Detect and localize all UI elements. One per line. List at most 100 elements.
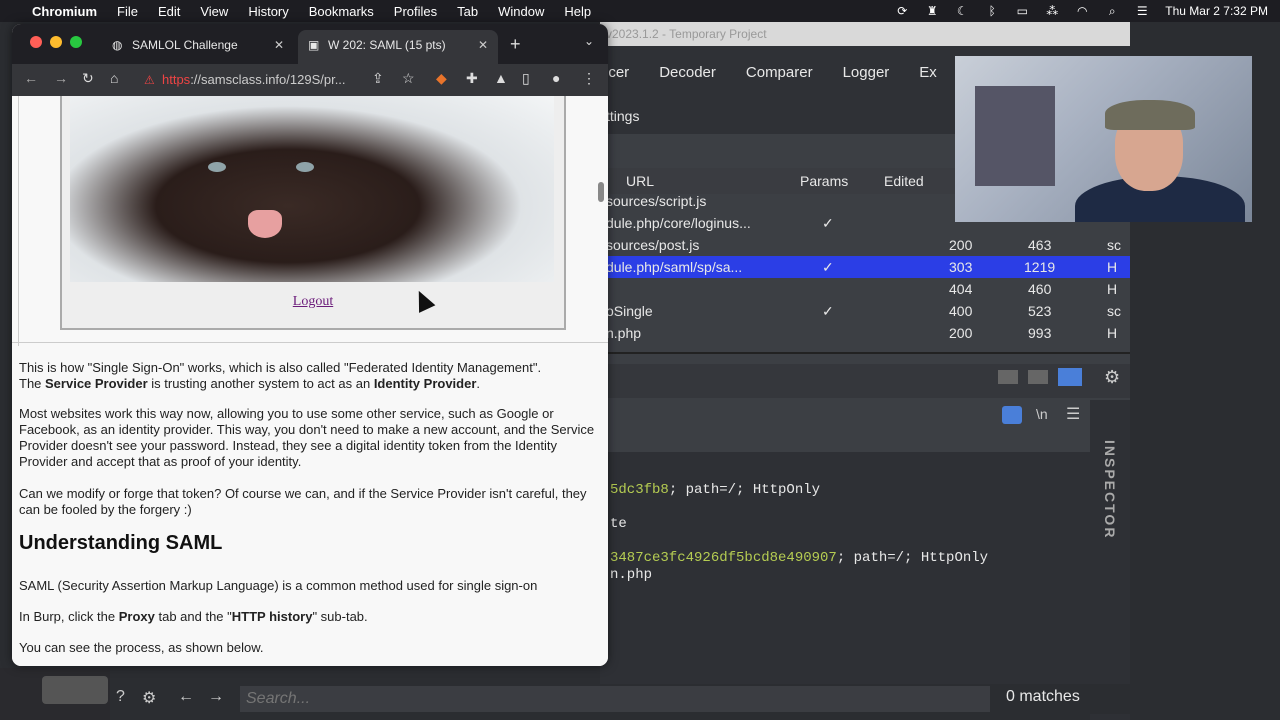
scrollbar-thumb[interactable] xyxy=(598,182,604,202)
settings-gear-icon[interactable]: ⚙ xyxy=(142,688,156,708)
tab-saml-active[interactable]: ▣ W 202: SAML (15 pts) ✕ xyxy=(298,30,498,64)
tab-strip: ◍ SAMLOL Challenge ✕ ▣ W 202: SAML (15 p… xyxy=(12,24,608,64)
wifi-icon[interactable]: ◠ xyxy=(1075,4,1089,18)
logout-link[interactable]: Logout xyxy=(62,294,564,310)
table-row[interactable]: oSingle ✓ 400 523 sc xyxy=(600,300,1130,322)
tab-samlol-challenge[interactable]: ◍ SAMLOL Challenge ✕ xyxy=(102,30,294,64)
url-scheme: https xyxy=(162,72,191,87)
menu-file[interactable]: File xyxy=(117,4,138,19)
wrap-icon[interactable] xyxy=(1002,406,1022,424)
paragraph-process: You can see the process, as shown below. xyxy=(19,640,264,655)
editor-line: n.php xyxy=(610,567,653,583)
search-icon[interactable]: ⌕ xyxy=(1105,4,1119,19)
pane-divider[interactable] xyxy=(600,352,1130,354)
control-center-icon[interactable]: ☰ xyxy=(1135,4,1149,18)
burp-tab-comparer[interactable]: Comparer xyxy=(746,64,813,81)
kitten-eye xyxy=(296,162,314,172)
table-row-selected[interactable]: dule.php/saml/sp/sa... ✓ 303 1219 H xyxy=(600,256,1130,278)
moon-icon[interactable]: ☾ xyxy=(955,4,969,18)
menu-profiles[interactable]: Profiles xyxy=(394,4,437,19)
menu-edit[interactable]: Edit xyxy=(158,4,180,19)
burp-tab-extensions[interactable]: Ex xyxy=(919,64,937,81)
menu-tab[interactable]: Tab xyxy=(457,4,478,19)
sso-line-2: The Service Provider is trusting another… xyxy=(19,376,599,392)
col-params[interactable]: Params xyxy=(800,173,848,189)
tab-search-chevron-icon[interactable]: ⌄ xyxy=(584,34,594,48)
layout-rows-icon[interactable] xyxy=(1028,370,1048,384)
table-row[interactable]: n.php 200 993 H xyxy=(600,322,1130,344)
zoom-window-button[interactable] xyxy=(70,36,82,48)
image-frame: Logout xyxy=(60,96,566,330)
puzzle-icon[interactable]: ✚ xyxy=(466,70,478,87)
next-arrow-icon[interactable]: → xyxy=(208,688,224,706)
table-row[interactable]: 404 460 H xyxy=(600,278,1130,300)
row-length: 460 xyxy=(1028,281,1052,297)
gear-icon[interactable]: ⚙ xyxy=(1104,367,1120,388)
row-url: sources/post.js xyxy=(606,237,700,253)
bookmark-star-icon[interactable]: ☆ xyxy=(402,70,415,87)
layout-tabs-icon[interactable] xyxy=(1058,368,1082,386)
forward-icon[interactable]: → xyxy=(54,70,68,86)
paragraph-forge: Can we modify or forge that token? Of co… xyxy=(19,486,587,517)
tab-close-icon[interactable]: ✕ xyxy=(478,30,488,60)
extension-fox-icon[interactable]: ◆ xyxy=(436,70,447,87)
search-input[interactable] xyxy=(240,686,990,712)
menu-icon[interactable]: ☰ xyxy=(1066,404,1080,424)
close-window-button[interactable] xyxy=(30,36,42,48)
webcam-overlay xyxy=(955,56,1252,222)
proxy-bold: Proxy xyxy=(118,609,155,624)
address-bar[interactable]: ⚠ https://samsclass.info/129S/pr... xyxy=(140,68,356,92)
cookie-value: 5dc3fb8 xyxy=(610,482,669,498)
match-count: 0 matches xyxy=(1006,688,1080,705)
menu-history[interactable]: History xyxy=(248,4,288,19)
editor-toolbar: ⚙ xyxy=(600,364,1130,398)
newline-toggle[interactable]: \n xyxy=(1036,406,1048,422)
row-length: 993 xyxy=(1028,325,1052,341)
col-url[interactable]: URL xyxy=(626,173,654,189)
home-icon[interactable]: ⌂ xyxy=(110,70,118,86)
flask-icon[interactable]: ▲ xyxy=(494,70,508,86)
left-rule xyxy=(18,96,19,346)
layout-split-icon[interactable] xyxy=(998,370,1018,384)
col-edited[interactable]: Edited xyxy=(884,173,924,189)
response-editor[interactable]: 5dc3fb8; path=/; HttpOnly te 3487ce3fc49… xyxy=(600,452,1090,692)
tab-close-icon[interactable]: ✕ xyxy=(274,30,284,60)
screen-share-icon[interactable]: ⟳ xyxy=(895,4,909,18)
row-status: 200 xyxy=(949,237,973,253)
new-tab-button[interactable]: + xyxy=(510,34,521,55)
menu-help[interactable]: Help xyxy=(564,4,591,19)
dock-fragment xyxy=(0,668,110,720)
menubar-clock[interactable]: Thu Mar 2 7:32 PM xyxy=(1165,4,1268,18)
share-icon[interactable]: ⇪ xyxy=(372,70,384,87)
menu-app[interactable]: Chromium xyxy=(32,4,97,19)
divider xyxy=(12,342,608,343)
kitten-eye xyxy=(208,162,226,172)
burp-tab-decoder[interactable]: Decoder xyxy=(659,64,716,81)
inspector-label: INSPECTOR xyxy=(1102,440,1118,540)
prev-arrow-icon[interactable]: ← xyxy=(178,688,194,706)
battery-icon[interactable]: ▭ xyxy=(1015,4,1029,18)
paragraph-saml-def: SAML (Security Assertion Markup Language… xyxy=(19,578,538,593)
table-row[interactable]: sources/post.js 200 463 sc xyxy=(600,234,1130,256)
extension-icon[interactable]: ♜ xyxy=(925,4,939,18)
row-mime: H xyxy=(1107,259,1118,275)
menu-bookmarks[interactable]: Bookmarks xyxy=(309,4,374,19)
globe-icon: ◍ xyxy=(112,38,123,52)
row-length: 523 xyxy=(1028,303,1052,319)
help-icon[interactable]: ? xyxy=(116,688,125,706)
kebab-menu-icon[interactable]: ⋮ xyxy=(582,70,596,87)
profile-icon[interactable]: ● xyxy=(552,70,560,86)
bluetooth-icon[interactable]: ᛒ xyxy=(985,4,999,18)
menu-window[interactable]: Window xyxy=(498,4,544,19)
reload-icon[interactable]: ↻ xyxy=(82,70,94,87)
back-icon[interactable]: ← xyxy=(24,70,38,86)
control-icon[interactable]: ⁂ xyxy=(1045,4,1059,18)
row-url: dule.php/saml/sp/sa... xyxy=(606,259,743,275)
menu-view[interactable]: View xyxy=(200,4,228,19)
row-url: sources/script.js xyxy=(606,193,707,209)
dock-app-icon[interactable] xyxy=(42,676,108,704)
minimize-window-button[interactable] xyxy=(50,36,62,48)
burp-tab-logger[interactable]: Logger xyxy=(843,64,890,81)
sidebar-icon[interactable]: ▯ xyxy=(522,70,530,87)
inspector-panel[interactable]: INSPECTOR xyxy=(1090,400,1130,720)
